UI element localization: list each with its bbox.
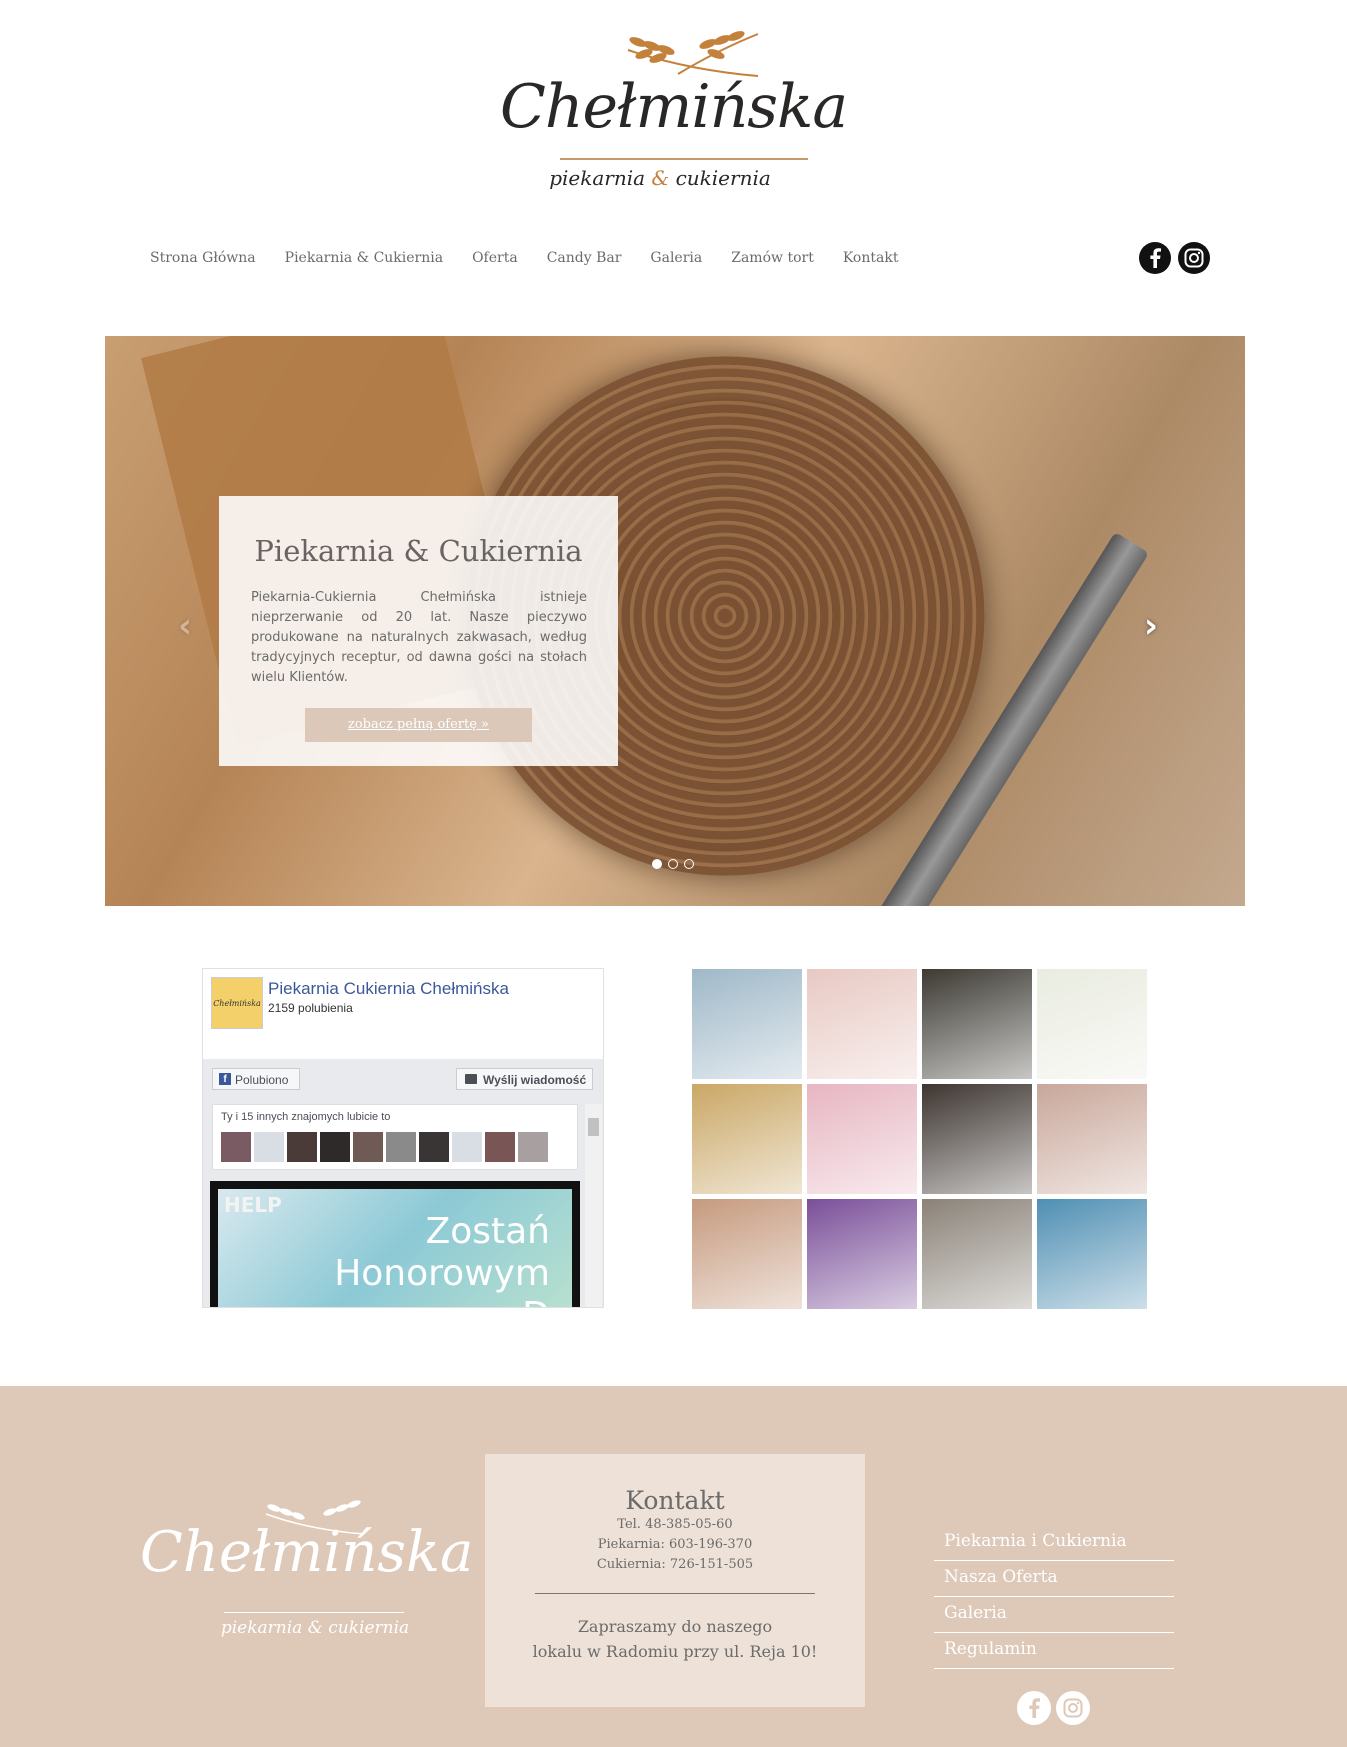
instagram-gallery-grid — [692, 969, 1147, 1310]
scrollbar-thumb[interactable] — [588, 1118, 599, 1136]
facebook-widget-scrollbar[interactable] — [585, 1104, 602, 1307]
facebook-friends-text: Ty i 15 innych znajomych lubicie to — [221, 1111, 391, 1123]
facebook-page-avatar[interactable]: Chełmińska — [211, 977, 263, 1029]
friend-avatar[interactable] — [320, 1132, 350, 1162]
friend-avatar[interactable] — [287, 1132, 317, 1162]
footer-link-gallery[interactable]: Galeria — [934, 1597, 1174, 1633]
facebook-page-widget: Chełmińska Piekarnia Cukiernia Chełmińsk… — [202, 968, 604, 1308]
facebook-friend-avatars — [221, 1132, 548, 1162]
friend-avatar[interactable] — [386, 1132, 416, 1162]
nav-home[interactable]: Strona Główna — [150, 250, 256, 272]
contact-invitation: Zapraszamy do naszego lokalu w Radomiu p… — [485, 1614, 865, 1664]
hero-description: Piekarnia-Cukiernia Chełmińska istnieje … — [251, 590, 587, 685]
site-logo[interactable]: Chełmińska piekarnia & cukiernia — [500, 30, 848, 200]
logo-divider — [560, 158, 808, 160]
footer-link-bakery[interactable]: Piekarnia i Cukiernia — [934, 1525, 1174, 1561]
nav-contact[interactable]: Kontakt — [843, 250, 899, 272]
invitation-line-1: Zapraszamy do naszego — [577, 1617, 773, 1636]
footer-link-terms[interactable]: Regulamin — [934, 1633, 1174, 1669]
view-offer-button[interactable]: zobacz pełną ofertę » — [305, 708, 532, 742]
contact-title: Kontakt — [625, 1486, 725, 1515]
contact-phone[interactable]: Tel. 48-385-05-60 — [485, 1517, 865, 1532]
facebook-send-message-label: Wyślij wiadomość — [483, 1073, 587, 1087]
friend-avatar[interactable] — [254, 1132, 284, 1162]
friend-avatar[interactable] — [353, 1132, 383, 1162]
instagram-photo-spider-cake[interactable] — [807, 1199, 917, 1309]
nav-candy-bar[interactable]: Candy Bar — [547, 250, 622, 272]
logo-tagline: piekarnia & cukiernia — [549, 166, 771, 190]
facebook-like-count: 2159 polubienia — [268, 1001, 353, 1015]
footer-logo-divider — [224, 1612, 404, 1613]
friend-avatar[interactable] — [518, 1132, 548, 1162]
instagram-photo-pink-tier-cake[interactable] — [807, 1084, 917, 1194]
facebook-post-tag: HELP — [224, 1193, 282, 1217]
friend-avatar[interactable] — [221, 1132, 251, 1162]
facebook-liked-button[interactable]: Polubiono — [212, 1068, 300, 1090]
message-icon — [465, 1074, 477, 1084]
contact-divider — [535, 1593, 815, 1594]
slider-prev-arrow[interactable]: ‹ — [178, 606, 192, 646]
facebook-post-text: Zostań Honorowym D — [334, 1211, 550, 1307]
instagram-photo-fireman-cake[interactable] — [1037, 1199, 1147, 1309]
instagram-photo-mini-desserts[interactable] — [1037, 1084, 1147, 1194]
contact-bakery-phone[interactable]: Piekarnia: 603-196-370 — [485, 1537, 865, 1552]
friend-avatar[interactable] — [419, 1132, 449, 1162]
main-nav: Strona Główna Piekarnia & Cukiernia Ofer… — [150, 250, 927, 272]
nav-bakery[interactable]: Piekarnia & Cukiernia — [285, 250, 443, 272]
nav-offer[interactable]: Oferta — [472, 250, 518, 272]
slider-dot[interactable] — [668, 859, 678, 869]
footer-links: Piekarnia i Cukiernia Nasza Oferta Galer… — [934, 1525, 1174, 1669]
instagram-photo-rose-cake[interactable] — [1037, 969, 1147, 1079]
instagram-photo-balloon-arch[interactable] — [922, 1084, 1032, 1194]
friend-avatar[interactable] — [452, 1132, 482, 1162]
footer-link-offer[interactable]: Nasza Oferta — [934, 1561, 1174, 1597]
facebook-friends-box: Ty i 15 innych znajomych lubicie to — [212, 1104, 578, 1170]
footer-logo-tagline: piekarnia & cukiernia — [220, 1618, 410, 1638]
slider-dot[interactable] — [684, 859, 694, 869]
slider-dot[interactable] — [652, 859, 662, 869]
instagram-photo-cake-pops[interactable] — [692, 969, 802, 1079]
instagram-icon[interactable] — [1056, 1691, 1090, 1725]
instagram-photo-floral-cake[interactable] — [807, 969, 917, 1079]
footer-logo-wordmark: Chełmińska — [140, 1520, 474, 1585]
wheat-icon — [627, 31, 759, 77]
facebook-send-message-button[interactable]: Wyślij wiadomość — [456, 1068, 593, 1090]
instagram-photo-grey-cake[interactable] — [922, 1199, 1032, 1309]
slider-next-arrow[interactable]: › — [1144, 606, 1158, 646]
invitation-line-2: lokalu w Radomiu przy ul. Reja 10! — [532, 1642, 818, 1661]
facebook-page-name[interactable]: Piekarnia Cukiernia Chełmińska — [268, 979, 509, 999]
footer-contact-box: Kontakt Tel. 48-385-05-60 Piekarnia: 603… — [485, 1454, 865, 1707]
nav-order-cake[interactable]: Zamów tort — [731, 250, 814, 272]
contact-confectionery-phone[interactable]: Cukiernia: 726-151-505 — [485, 1557, 865, 1572]
friend-avatar[interactable] — [485, 1132, 515, 1162]
facebook-icon[interactable] — [1017, 1691, 1051, 1725]
instagram-photo-dessert-bar[interactable] — [692, 1199, 802, 1309]
hero-title: Piekarnia & Cukiernia — [254, 534, 583, 568]
instagram-photo-cupcakes[interactable] — [922, 969, 1032, 1079]
logo-wordmark: Chełmińska — [500, 72, 848, 142]
hero-caption-box: Piekarnia & Cukiernia Piekarnia-Cukierni… — [219, 496, 618, 766]
nav-gallery[interactable]: Galeria — [650, 250, 702, 272]
footer-logo[interactable]: Chełmińska piekarnia & cukiernia — [140, 1500, 474, 1650]
instagram-icon[interactable] — [1178, 242, 1210, 274]
facebook-post[interactable]: HELP Zostań Honorowym D — [210, 1181, 580, 1307]
facebook-icon[interactable] — [1139, 242, 1171, 274]
slider-dots — [652, 859, 694, 869]
instagram-photo-dessert-table[interactable] — [692, 1084, 802, 1194]
